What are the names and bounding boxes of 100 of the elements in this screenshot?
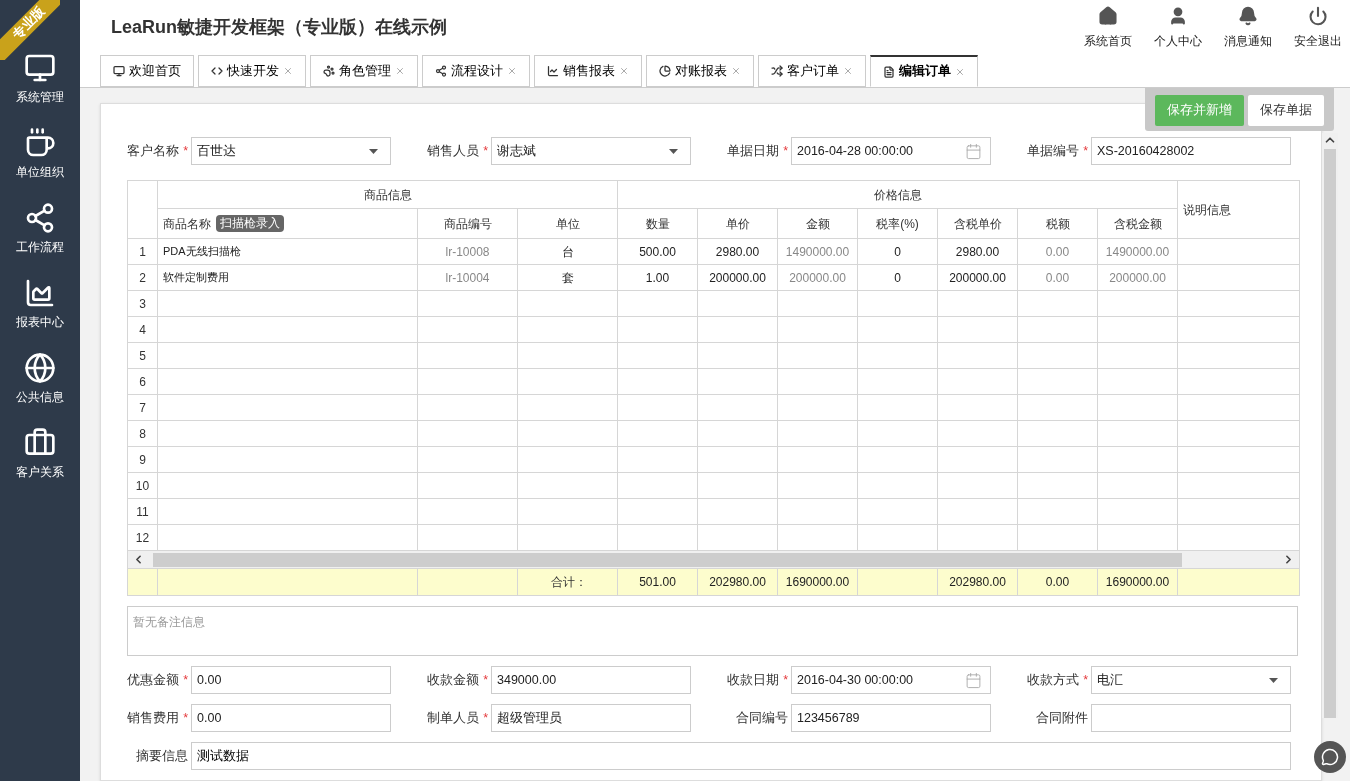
row-number: 5 bbox=[127, 342, 158, 369]
field-label: 单据编号 bbox=[1027, 142, 1080, 160]
table-cell: 200000.00 bbox=[697, 264, 778, 291]
shuffle-icon bbox=[771, 65, 783, 77]
row-number: 6 bbox=[127, 368, 158, 395]
tab[interactable]: 客户订单 bbox=[758, 55, 866, 87]
field-label: 摘要信息 bbox=[135, 747, 189, 765]
scan-input-button[interactable]: 扫描枪录入 bbox=[216, 215, 284, 232]
table-cell: 200000.00 bbox=[937, 264, 1018, 291]
table-cell: PDA无线扫描枪 bbox=[157, 238, 418, 265]
required-mark: * bbox=[783, 142, 788, 160]
sidebar-item[interactable]: 公共信息 bbox=[16, 352, 64, 406]
required-mark: * bbox=[183, 142, 188, 160]
field-label: 收款方式 bbox=[1027, 671, 1080, 689]
total-cell: 1690000.00 bbox=[777, 568, 858, 596]
total-cell: 501.00 bbox=[617, 568, 698, 596]
caret-icon bbox=[369, 148, 378, 154]
row-number: 3 bbox=[127, 290, 158, 317]
tab[interactable]: 快速开发 bbox=[198, 55, 306, 87]
field-label: 收款日期 bbox=[727, 671, 780, 689]
select-field[interactable]: 谢志斌 bbox=[491, 137, 691, 165]
tab[interactable]: 流程设计 bbox=[422, 55, 530, 87]
table-cell: lr-10004 bbox=[417, 264, 518, 291]
column-header: 税额 bbox=[1017, 208, 1098, 239]
required-mark: * bbox=[183, 709, 188, 727]
save-button[interactable]: 保存单据 bbox=[1248, 95, 1324, 126]
table-cell: 500.00 bbox=[617, 238, 698, 265]
sidebar-item[interactable]: 单位组织 bbox=[16, 127, 64, 181]
table-cell: 200000.00 bbox=[777, 264, 858, 291]
user-icon bbox=[1168, 6, 1188, 26]
table-cell: 软件定制费用 bbox=[157, 264, 418, 291]
input-field[interactable] bbox=[1091, 704, 1291, 732]
row-number: 2 bbox=[127, 264, 158, 291]
monitor-icon bbox=[24, 52, 56, 84]
header-action[interactable]: 安全退出 bbox=[1294, 6, 1342, 50]
caret-icon bbox=[669, 148, 678, 154]
close-icon[interactable] bbox=[507, 66, 517, 76]
power-icon bbox=[1308, 6, 1328, 26]
input-field[interactable]: 0.00 bbox=[191, 704, 391, 732]
required-mark: * bbox=[483, 671, 488, 689]
input-field[interactable]: 123456789 bbox=[791, 704, 991, 732]
code-icon bbox=[211, 65, 223, 77]
total-cell: 1690000.00 bbox=[1097, 568, 1178, 596]
field-label: 优惠金额 bbox=[127, 671, 180, 689]
row-number: 4 bbox=[127, 316, 158, 343]
required-mark: * bbox=[183, 671, 188, 689]
table-cell: 1490000.00 bbox=[777, 238, 858, 265]
input-field[interactable]: 349000.00 bbox=[491, 666, 691, 694]
total-cell: 202980.00 bbox=[937, 568, 1018, 596]
close-icon[interactable] bbox=[731, 66, 741, 76]
tab[interactable]: 角色管理 bbox=[310, 55, 418, 87]
table-cell: 2980.00 bbox=[697, 238, 778, 265]
close-icon[interactable] bbox=[619, 66, 629, 76]
date-field[interactable]: 2016-04-28 00:00:00 bbox=[791, 137, 991, 165]
table-cell: 0 bbox=[857, 238, 938, 265]
line-chart-icon bbox=[547, 65, 559, 77]
total-cell: 0.00 bbox=[1017, 568, 1098, 596]
select-field[interactable]: 百世达 bbox=[191, 137, 391, 165]
input-field[interactable]: 超级管理员 bbox=[491, 704, 691, 732]
column-header: 金额 bbox=[777, 208, 858, 239]
header-action[interactable]: 个人中心 bbox=[1154, 6, 1202, 50]
sidebar-item[interactable]: 报表中心 bbox=[16, 277, 64, 331]
area-chart-icon bbox=[24, 277, 56, 309]
document-icon bbox=[883, 65, 895, 78]
field-label: 制单人员 bbox=[427, 709, 480, 727]
close-icon[interactable] bbox=[395, 66, 405, 76]
column-group-header: 商品信息 bbox=[157, 180, 618, 209]
row-number: 9 bbox=[127, 446, 158, 473]
close-icon[interactable] bbox=[283, 66, 293, 76]
row-number: 12 bbox=[127, 524, 158, 551]
close-icon[interactable] bbox=[955, 66, 965, 77]
field-label: 销售费用 bbox=[127, 709, 180, 727]
required-mark: * bbox=[783, 671, 788, 689]
table-cell: lr-10008 bbox=[417, 238, 518, 265]
share-icon bbox=[435, 65, 447, 77]
select-field[interactable]: 电汇 bbox=[1091, 666, 1291, 694]
field-label: 客户名称 bbox=[127, 142, 180, 160]
input-field[interactable]: XS-20160428002 bbox=[1091, 137, 1291, 165]
total-cell: 202980.00 bbox=[697, 568, 778, 596]
tab[interactable]: 对账报表 bbox=[646, 55, 754, 87]
date-field[interactable]: 2016-04-30 00:00:00 bbox=[791, 666, 991, 694]
input-field[interactable]: 测试数据 bbox=[191, 742, 1291, 770]
tab[interactable]: 销售报表 bbox=[534, 55, 642, 87]
input-field[interactable]: 0.00 bbox=[191, 666, 391, 694]
close-icon[interactable] bbox=[843, 66, 853, 76]
tab[interactable]: 欢迎首页 bbox=[100, 55, 194, 87]
sidebar-item[interactable]: 工作流程 bbox=[16, 202, 64, 256]
row-number: 10 bbox=[127, 472, 158, 499]
field-label: 合同附件 bbox=[1036, 709, 1088, 727]
column-header: 含税单价 bbox=[937, 208, 1018, 239]
share-icon bbox=[24, 202, 56, 234]
paw-icon bbox=[323, 65, 335, 77]
required-mark: * bbox=[1083, 671, 1088, 689]
field-label: 收款金额 bbox=[427, 671, 480, 689]
header-action[interactable]: 系统首页 bbox=[1084, 6, 1132, 50]
table-cell: 套 bbox=[517, 264, 618, 291]
horizontal-scrollbar[interactable] bbox=[128, 551, 1299, 568]
header-action[interactable]: 消息通知 bbox=[1224, 6, 1272, 50]
tab[interactable]: 编辑订单 bbox=[870, 55, 978, 87]
sidebar-item[interactable]: 客户关系 bbox=[16, 427, 64, 481]
